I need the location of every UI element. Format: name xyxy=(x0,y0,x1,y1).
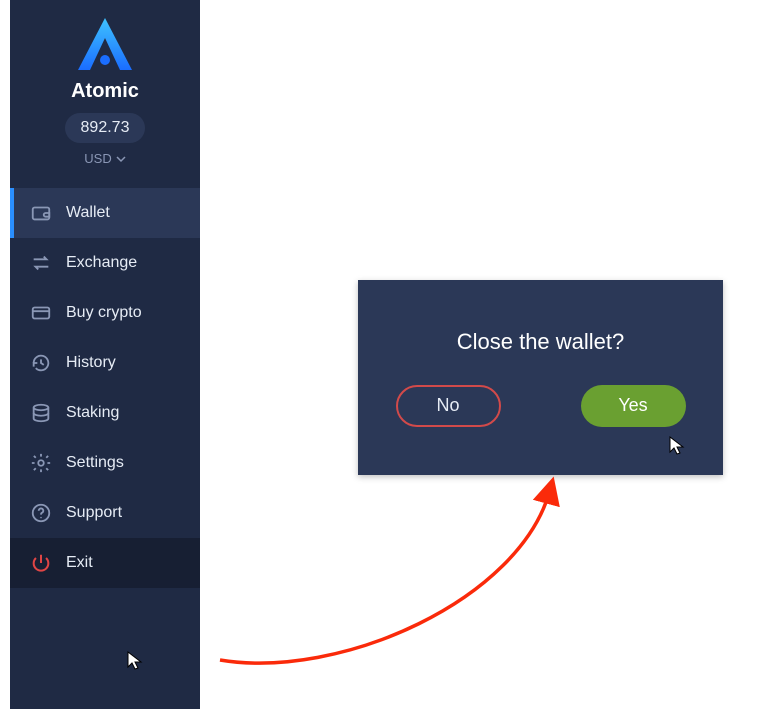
sidebar: Atomic 892.73 USD Wallet xyxy=(10,0,200,709)
chevron-down-icon xyxy=(116,154,126,164)
currency-label: USD xyxy=(84,151,111,166)
sidebar-item-label: Support xyxy=(66,504,122,522)
sidebar-item-label: Staking xyxy=(66,404,119,422)
power-icon xyxy=(30,552,52,574)
credit-card-icon xyxy=(30,302,52,324)
no-button[interactable]: No xyxy=(396,385,501,427)
help-icon xyxy=(30,502,52,524)
sidebar-item-label: History xyxy=(66,354,116,372)
sidebar-item-label: Settings xyxy=(66,454,124,472)
exchange-icon xyxy=(30,252,52,274)
sidebar-item-label: Exchange xyxy=(66,254,137,272)
staking-icon xyxy=(30,402,52,424)
dialog-title: Close the wallet? xyxy=(457,329,625,355)
sidebar-item-label: Buy crypto xyxy=(66,304,142,322)
balance-amount[interactable]: 892.73 xyxy=(65,113,146,143)
history-icon xyxy=(30,352,52,374)
gear-icon xyxy=(30,452,52,474)
sidebar-item-exchange[interactable]: Exchange xyxy=(10,238,200,288)
brand-logo-icon xyxy=(70,14,140,74)
yes-button[interactable]: Yes xyxy=(581,385,686,427)
brand-block: Atomic 892.73 USD xyxy=(10,0,200,166)
sidebar-item-support[interactable]: Support xyxy=(10,488,200,538)
close-wallet-dialog: Close the wallet? No Yes xyxy=(358,280,723,475)
sidebar-item-buy-crypto[interactable]: Buy crypto xyxy=(10,288,200,338)
sidebar-item-history[interactable]: History xyxy=(10,338,200,388)
sidebar-item-wallet[interactable]: Wallet xyxy=(10,188,200,238)
sidebar-item-settings[interactable]: Settings xyxy=(10,438,200,488)
sidebar-item-label: Exit xyxy=(66,554,93,572)
brand-name: Atomic xyxy=(71,80,139,103)
annotation-arrow-icon xyxy=(200,450,580,680)
currency-selector[interactable]: USD xyxy=(84,151,125,166)
wallet-icon xyxy=(30,202,52,224)
sidebar-item-label: Wallet xyxy=(66,204,110,222)
sidebar-item-exit[interactable]: Exit xyxy=(10,538,200,588)
dialog-button-row: No Yes xyxy=(396,385,686,427)
sidebar-nav: Wallet Exchange Buy crypto xyxy=(10,188,200,588)
sidebar-item-staking[interactable]: Staking xyxy=(10,388,200,438)
